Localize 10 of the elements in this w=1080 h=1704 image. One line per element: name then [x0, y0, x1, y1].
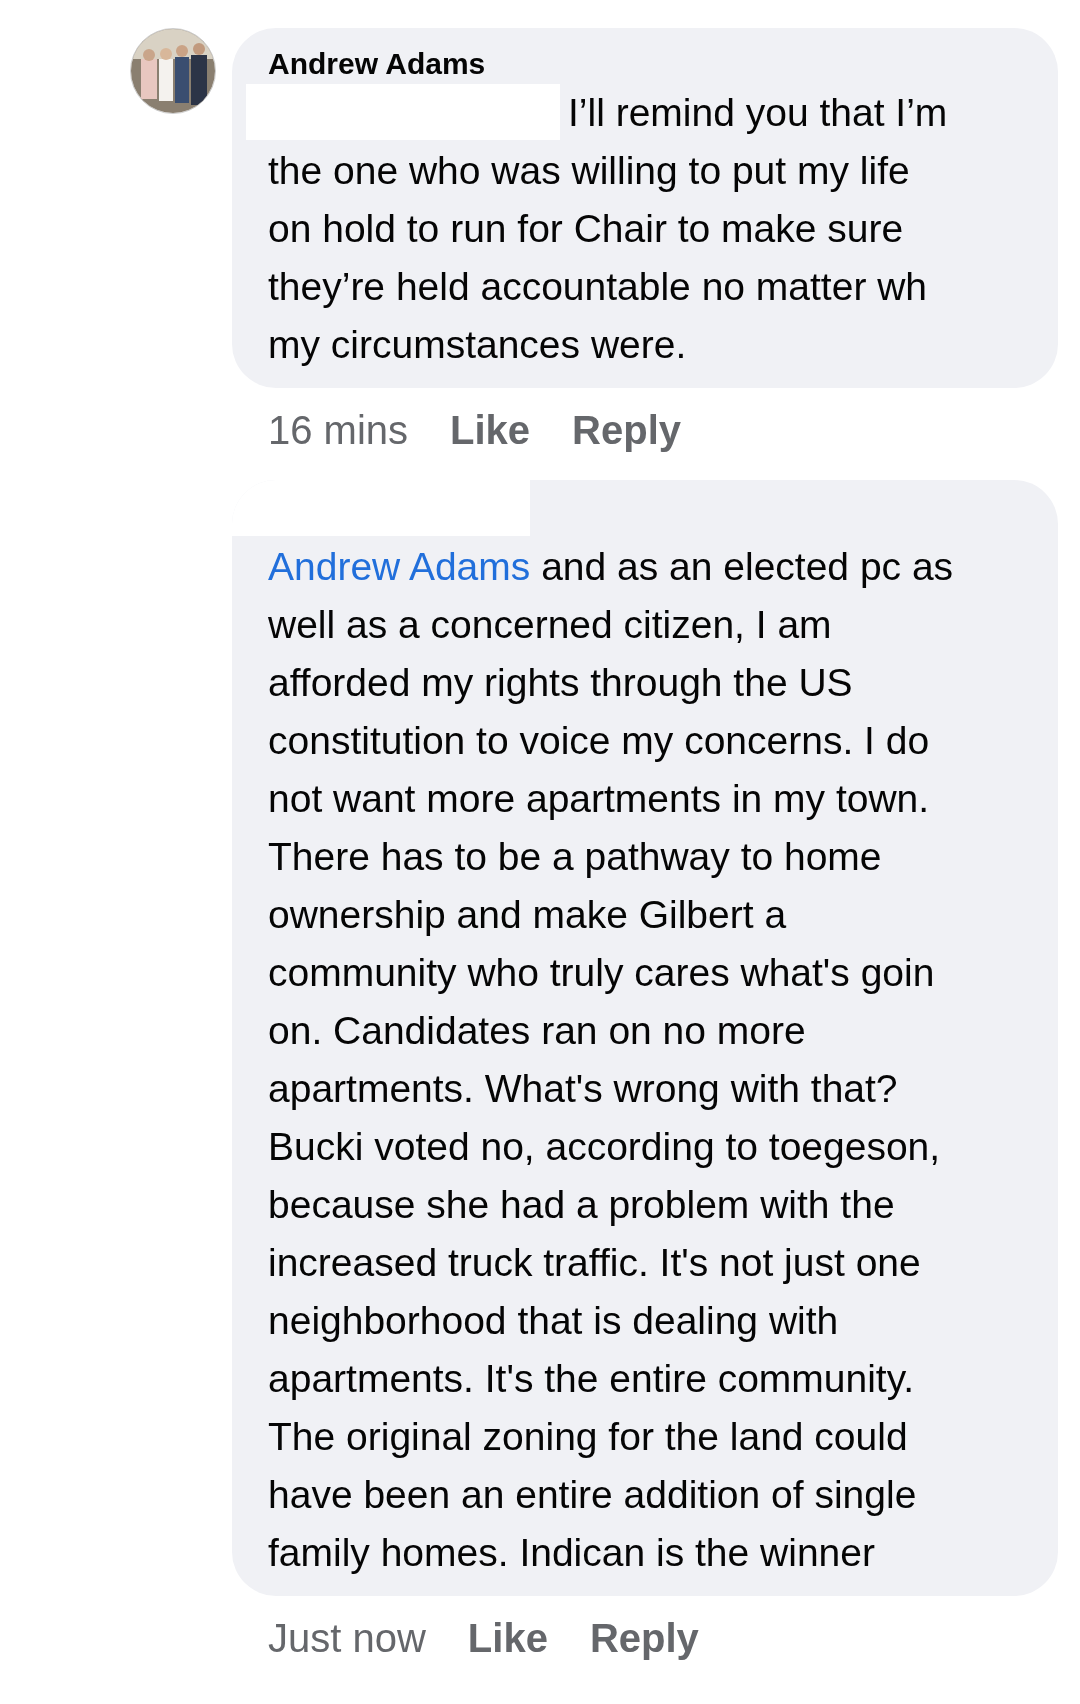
timestamp: 16 mins	[268, 407, 409, 454]
like-link[interactable]: Like	[467, 1608, 548, 1668]
comment-text: Andrew Adams and as an elected pc as well as a concerned citizen, I am afforded my rights through the US constitution to voice my concerns. I do not want more apartments in my town. There has to be a pathway to home ownership and make Gilbert a community who truly cares what's goin on. Candidates ran on no more apartments. What's wrong with that? Bucki voted no, according to toegeson, because she had a problem with the increased truck traffic. It's not just one neighborhood that is dealing with apartments. It's the entire community. The original zoning for the land could have been an entire addition of single family homes. Indican is the winner	[268, 544, 955, 1576]
reply-link[interactable]: Reply	[572, 400, 682, 460]
like-link[interactable]: Like	[450, 400, 531, 460]
mention-link[interactable]: Andrew Adams	[268, 545, 531, 588]
author-name[interactable]: Andrew Adams	[268, 44, 1058, 84]
reply-link[interactable]: Reply	[589, 1608, 699, 1668]
timestamp: Just now	[268, 1615, 426, 1662]
comment-text: I’ll remind you that I’m the one who was willing to put my life on hold to run for Chair to make sure they’re held accountable no matter wh my circumstances were.	[268, 84, 1058, 374]
